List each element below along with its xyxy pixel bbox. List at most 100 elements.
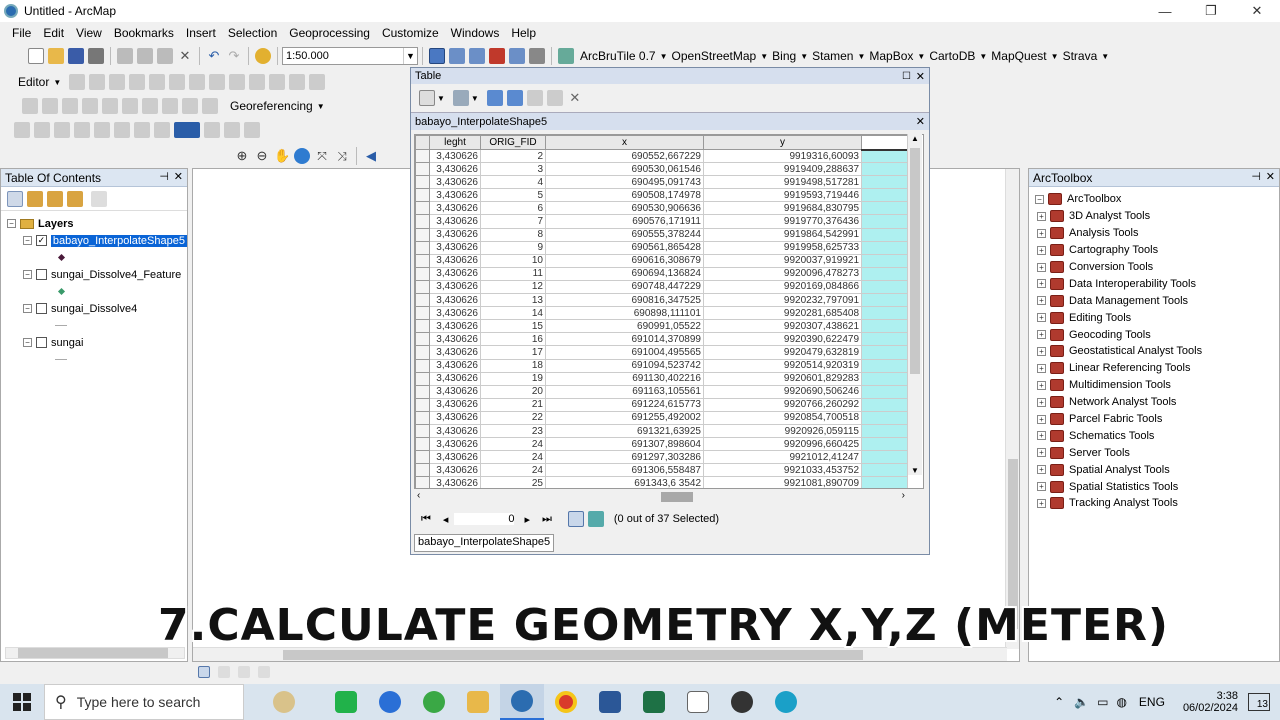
table-horizontal-scrollbar[interactable]: ‹ › <box>415 490 909 504</box>
close-button[interactable]: ✕ <box>1234 0 1280 22</box>
editor-toolbar-icon[interactable] <box>429 48 445 64</box>
cell-y[interactable]: 9920096,478273 <box>703 266 862 281</box>
close-icon[interactable]: ✕ <box>916 70 925 83</box>
row-selector[interactable] <box>415 463 430 478</box>
cell-y[interactable]: 9921081,890709 <box>703 476 862 488</box>
layer-visibility-checkbox[interactable]: ✓ <box>35 235 47 246</box>
cell-new-field[interactable] <box>861 463 908 478</box>
cell-orig-fid[interactable]: 24 <box>480 450 546 465</box>
list-by-source-icon[interactable] <box>27 190 43 207</box>
collapse-icon[interactable]: − <box>23 338 32 347</box>
clock[interactable]: 3:38 06/02/2024 <box>1183 690 1238 714</box>
layer-item[interactable]: − sungai_Dissolve4_Feature <box>7 266 187 283</box>
point-icon[interactable] <box>169 74 186 90</box>
layer-item[interactable]: − sungai_Dissolve4 <box>7 300 187 317</box>
python-window-icon[interactable] <box>509 48 525 64</box>
table-options-icon[interactable] <box>419 90 435 106</box>
list-by-visibility-icon[interactable] <box>47 190 63 207</box>
maximize-icon[interactable]: ☐ <box>902 71 911 82</box>
table-row[interactable]: 3,430626 5 690508,174978 9919593,719446 <box>415 188 908 203</box>
cell-x[interactable]: 691224,615773 <box>545 397 704 412</box>
line-symbol[interactable] <box>7 351 187 368</box>
cell-orig-fid[interactable]: 4 <box>480 175 546 190</box>
basemap-openstreetmap[interactable]: OpenStreetMap <box>672 49 757 63</box>
taskbar-app-recorder[interactable] <box>720 684 764 720</box>
cell-x[interactable]: 691014,370899 <box>545 332 704 347</box>
expand-icon[interactable]: + <box>1037 330 1046 340</box>
cell-leght[interactable]: 3,430626 <box>429 397 481 412</box>
cell-y[interactable]: 9920232,797091 <box>703 293 862 308</box>
switch-selection-icon[interactable] <box>506 90 523 106</box>
tool-icon[interactable] <box>204 122 220 138</box>
cell-x[interactable]: 691307,898604 <box>545 437 704 452</box>
cell-orig-fid[interactable]: 10 <box>480 253 546 268</box>
cell-x[interactable]: 690495,091743 <box>545 175 704 190</box>
fixed-zoom-out-icon[interactable]: ⤨ <box>334 148 350 164</box>
cell-x[interactable]: 690748,447229 <box>545 279 704 295</box>
arcbrutile-icon[interactable] <box>558 48 574 64</box>
table-row[interactable]: 3,430626 2 690552,667229 9919316,60093 <box>415 148 908 164</box>
record-number-field[interactable]: 0 <box>454 513 515 525</box>
expand-icon[interactable]: + <box>1037 482 1046 492</box>
cell-new-field[interactable] <box>861 279 908 295</box>
cell-leght[interactable]: 3,430626 <box>429 253 481 268</box>
row-selector[interactable] <box>415 253 430 268</box>
cell-y[interactable]: 9920854,700518 <box>703 410 862 425</box>
basemap-mapbox[interactable]: MapBox <box>869 49 913 63</box>
sketch-properties-icon[interactable] <box>309 74 326 90</box>
row-selector[interactable] <box>415 279 430 295</box>
taskbar-app-file-explorer[interactable] <box>456 684 500 720</box>
taskbar-app-notepad[interactable] <box>676 684 720 720</box>
taskbar-app-messenger[interactable] <box>324 684 368 720</box>
tool-icon[interactable] <box>114 122 130 138</box>
cell-leght[interactable]: 3,430626 <box>429 214 481 229</box>
reshape-icon[interactable] <box>209 74 226 90</box>
new-document-icon[interactable] <box>28 48 44 64</box>
column-header-y[interactable]: y <box>703 135 862 150</box>
show-selected-records-icon[interactable] <box>587 511 604 527</box>
table-row[interactable]: 3,430626 6 690530,906636 9919684,830795 <box>415 201 908 216</box>
cell-leght[interactable]: 3,430626 <box>429 201 481 216</box>
cell-new-field[interactable] <box>861 450 908 465</box>
menu-customize[interactable]: Customize <box>378 26 447 40</box>
cell-y[interactable]: 9919498,517281 <box>703 175 862 190</box>
cell-new-field[interactable] <box>861 437 908 452</box>
cell-leght[interactable]: 3,430626 <box>429 319 481 334</box>
cell-new-field[interactable] <box>861 201 908 216</box>
expand-icon[interactable]: + <box>1037 245 1046 255</box>
collapse-icon[interactable]: − <box>23 270 32 279</box>
cut-icon[interactable] <box>117 48 133 64</box>
cell-leght[interactable]: 3,430626 <box>429 450 481 465</box>
basemap-mapquest[interactable]: MapQuest <box>991 49 1046 63</box>
cell-x[interactable]: 690555,378244 <box>545 227 704 242</box>
collapse-icon[interactable]: − <box>1035 194 1044 204</box>
cell-y[interactable]: 9920479,632819 <box>703 345 862 360</box>
cell-x[interactable]: 691297,303286 <box>545 450 704 465</box>
tool-icon[interactable] <box>14 122 30 138</box>
close-icon[interactable]: ✕ <box>916 115 925 128</box>
cell-y[interactable]: 9920514,920319 <box>703 358 862 373</box>
cell-leght[interactable]: 3,430626 <box>429 384 481 399</box>
layout-view-icon[interactable] <box>218 666 230 678</box>
tool-icon[interactable] <box>244 122 260 138</box>
toolbox-item[interactable]: + Multidimension Tools <box>1035 377 1279 394</box>
cell-new-field[interactable] <box>861 397 908 412</box>
expand-icon[interactable]: + <box>1037 296 1046 306</box>
data-view-icon[interactable] <box>198 666 210 678</box>
layout-tool-icon[interactable] <box>82 98 98 114</box>
column-header-orig-fid[interactable]: ORIG_FID <box>480 135 546 150</box>
close-icon[interactable]: ✕ <box>1266 170 1275 183</box>
back-extent-icon[interactable]: ◀ <box>363 148 379 164</box>
undo-icon[interactable]: ↶ <box>206 48 222 64</box>
cell-orig-fid[interactable]: 22 <box>480 410 546 425</box>
point-symbol[interactable] <box>7 283 187 300</box>
add-data-icon[interactable] <box>255 48 271 64</box>
cell-leght[interactable]: 3,430626 <box>429 371 481 386</box>
cell-x[interactable]: 690530,061546 <box>545 162 704 177</box>
table-row[interactable]: 3,430626 24 691297,303286 9921012,41247 <box>415 450 908 465</box>
row-selector[interactable] <box>415 162 430 177</box>
cell-orig-fid[interactable]: 6 <box>480 201 546 216</box>
cell-leght[interactable]: 3,430626 <box>429 410 481 425</box>
layer-visibility-checkbox[interactable] <box>36 269 47 280</box>
table-vertical-scrollbar[interactable]: ▲ ▼ <box>907 134 922 475</box>
